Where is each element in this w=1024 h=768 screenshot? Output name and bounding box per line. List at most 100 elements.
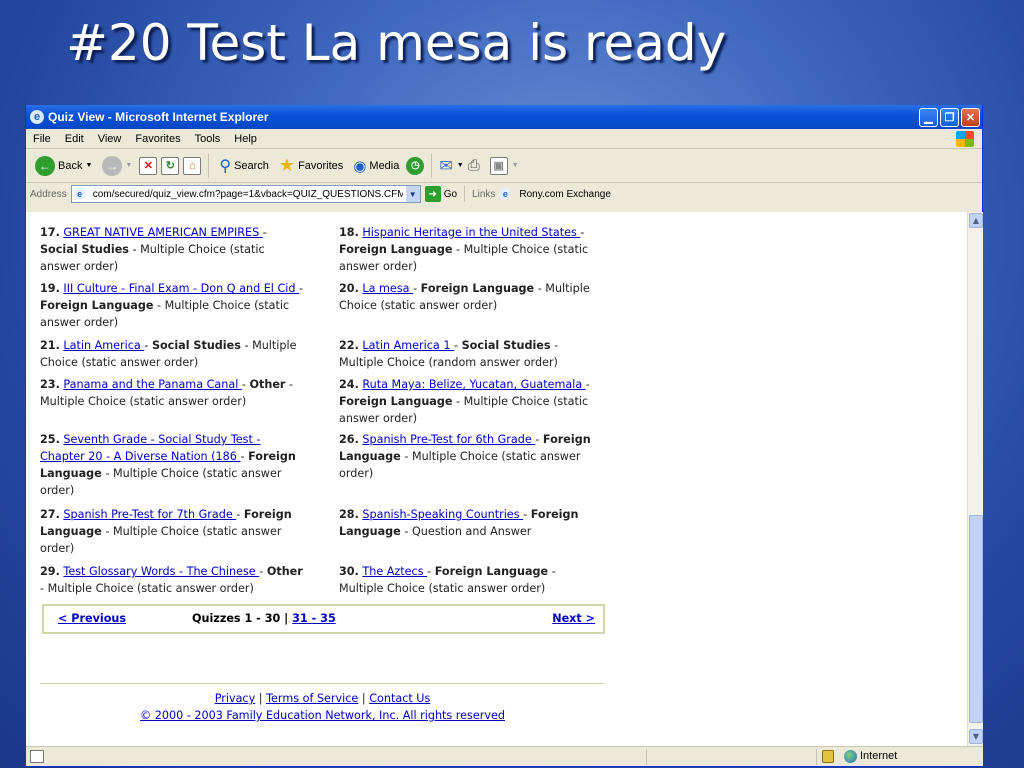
chevron-down-icon[interactable]: ▼ — [512, 162, 519, 169]
footer-copyright: © 2000 - 2003 Family Education Network, … — [40, 707, 605, 724]
dash: - — [535, 433, 540, 446]
restore-button[interactable]: ❐ — [940, 107, 959, 127]
quiz-title-link[interactable]: Test Glossary Words - The Chinese — [63, 565, 259, 578]
dash: - — [259, 565, 264, 578]
menu-favorites[interactable]: Favorites — [128, 133, 187, 145]
quiz-item: 30. The Aztecs - Foreign Language - Mult… — [339, 563, 603, 597]
dash: - — [551, 565, 556, 578]
close-button[interactable]: ✕ — [961, 107, 980, 127]
dash: - — [105, 467, 110, 480]
footer-separator: | — [258, 692, 263, 705]
address-dropdown-icon[interactable]: ▼ — [405, 186, 420, 202]
copyright-link[interactable]: © 2000 - 2003 Family Education Network, … — [140, 709, 505, 722]
back-button[interactable]: ← Back ▼ — [32, 155, 95, 176]
previous-link[interactable]: < Previous — [58, 612, 126, 625]
menu-tools[interactable]: Tools — [188, 133, 228, 145]
quiz-number: 17. — [40, 226, 60, 239]
go-button[interactable]: ➜ Go — [424, 186, 457, 202]
next-link[interactable]: Next > — [552, 612, 595, 625]
go-arrow-icon: ➜ — [424, 186, 441, 202]
edit-icon[interactable]: ▣ — [489, 156, 508, 175]
quiz-type: Multiple Choice (static answer order) — [40, 395, 247, 408]
quiz-number: 22. — [339, 339, 359, 352]
dash: - — [523, 508, 528, 521]
window-title: Quiz View - Microsoft Internet Explorer — [48, 110, 269, 124]
quiz-title-link[interactable]: III Culture - Final Exam - Don Q and El … — [63, 282, 299, 295]
quiz-title-link[interactable]: La mesa — [362, 282, 413, 295]
quiz-item: 28. Spanish-Speaking Countries - Foreign… — [339, 506, 603, 540]
scroll-thumb[interactable] — [969, 515, 983, 723]
history-icon[interactable]: ◷ — [406, 156, 425, 175]
address-input[interactable]: e com/secured/quiz_view.cfm?page=1&vback… — [70, 185, 421, 203]
quiz-title-link[interactable]: Latin America — [63, 339, 144, 352]
quiz-item: 19. III Culture - Final Exam - Don Q and… — [40, 280, 304, 331]
search-button[interactable]: ⚲ Search — [216, 156, 272, 176]
quiz-number: 30. — [339, 565, 359, 578]
dash: - — [427, 565, 432, 578]
home-icon[interactable]: ⌂ — [183, 156, 202, 175]
quiz-title-link[interactable]: Spanish-Speaking Countries — [362, 508, 523, 521]
dash: - — [105, 525, 110, 538]
quiz-subject: Foreign Language — [339, 243, 453, 256]
privacy-link[interactable]: Privacy — [215, 692, 256, 705]
link-rony-exchange[interactable]: Rony.com Exchange — [519, 189, 611, 200]
quiz-title-link[interactable]: The Aztecs — [362, 565, 427, 578]
quiz-title-link[interactable]: Hispanic Heritage in the United States — [362, 226, 580, 239]
scroll-up-icon[interactable]: ▲ — [969, 213, 983, 228]
chevron-down-icon[interactable]: ▼ — [457, 162, 464, 169]
quiz-item: 25. Seventh Grade - Social Study Test - … — [40, 431, 304, 499]
quiz-item: 20. La mesa - Foreign Language - Multipl… — [339, 280, 603, 314]
slide-title: #20 Test La mesa is ready — [66, 14, 727, 72]
dash: - — [413, 282, 418, 295]
dash: - — [289, 378, 294, 391]
quiz-subject: Foreign Language — [434, 565, 549, 578]
menu-file[interactable]: File — [26, 133, 58, 145]
vertical-scrollbar[interactable]: ▲ ▼ — [967, 212, 983, 746]
quiz-title-link[interactable]: GREAT NATIVE AMERICAN EMPIRES — [63, 226, 262, 239]
quiz-subject: Foreign Language — [339, 395, 453, 408]
pagination-range: Quizzes 1 - 30 | 31 - 35 — [192, 612, 336, 625]
minimize-button[interactable]: ▁ — [919, 107, 938, 127]
print-icon[interactable]: ⎙ — [468, 157, 480, 174]
quiz-number: 27. — [40, 508, 60, 521]
quiz-title-link[interactable]: Ruta Maya: Belize, Yucatan, Guatemala — [362, 378, 585, 391]
window-titlebar[interactable]: e Quiz View - Microsoft Internet Explore… — [26, 105, 982, 129]
forward-button[interactable]: → ▼ — [99, 155, 135, 176]
stop-icon[interactable]: ✕ — [139, 156, 158, 175]
dash: - — [554, 339, 559, 352]
dash: - — [144, 339, 149, 352]
quiz-subject: Other — [249, 378, 286, 391]
scroll-down-icon[interactable]: ▼ — [969, 729, 983, 744]
menu-help[interactable]: Help — [227, 133, 264, 145]
back-arrow-icon: ← — [35, 155, 55, 176]
quiz-subject: Other — [266, 565, 303, 578]
contact-link[interactable]: Contact Us — [369, 692, 430, 705]
browser-window: e Quiz View - Microsoft Internet Explore… — [25, 105, 983, 767]
dash: - — [132, 243, 137, 256]
dash: - — [585, 378, 590, 391]
quiz-type: Multiple Choice (static answer order) — [339, 582, 546, 595]
quiz-title-link[interactable]: Panama and the Panama Canal — [63, 378, 242, 391]
menu-view[interactable]: View — [91, 133, 129, 145]
quiz-title-link[interactable]: Spanish Pre-Test for 7th Grade — [63, 508, 236, 521]
favorites-button[interactable]: ★ Favorites — [276, 155, 346, 176]
dash: - — [157, 299, 162, 312]
status-divider — [816, 749, 817, 765]
menu-edit[interactable]: Edit — [58, 133, 91, 145]
terms-link[interactable]: Terms of Service — [266, 692, 358, 705]
refresh-icon[interactable]: ↻ — [161, 156, 180, 175]
quiz-title-link[interactable]: Spanish Pre-Test for 6th Grade — [362, 433, 535, 446]
next-range-link[interactable]: 31 - 35 — [292, 612, 336, 625]
quiz-item: 24. Ruta Maya: Belize, Yucatan, Guatemal… — [339, 376, 603, 427]
dash: - — [241, 378, 246, 391]
quiz-title-link[interactable]: Latin America 1 — [362, 339, 454, 352]
star-icon: ★ — [278, 155, 296, 175]
quiz-item: 23. Panama and the Panama Canal - Other … — [40, 376, 304, 410]
media-button[interactable]: ◉ Media — [350, 157, 402, 175]
chevron-down-icon: ▼ — [85, 162, 93, 169]
quiz-title-link[interactable]: Seventh Grade - Social Study Test - Chap… — [40, 433, 260, 463]
quiz-number: 26. — [339, 433, 359, 446]
quiz-number: 29. — [40, 565, 60, 578]
mail-icon[interactable]: ✉ — [439, 156, 452, 176]
menu-bar: File Edit View Favorites Tools Help — [26, 129, 982, 149]
